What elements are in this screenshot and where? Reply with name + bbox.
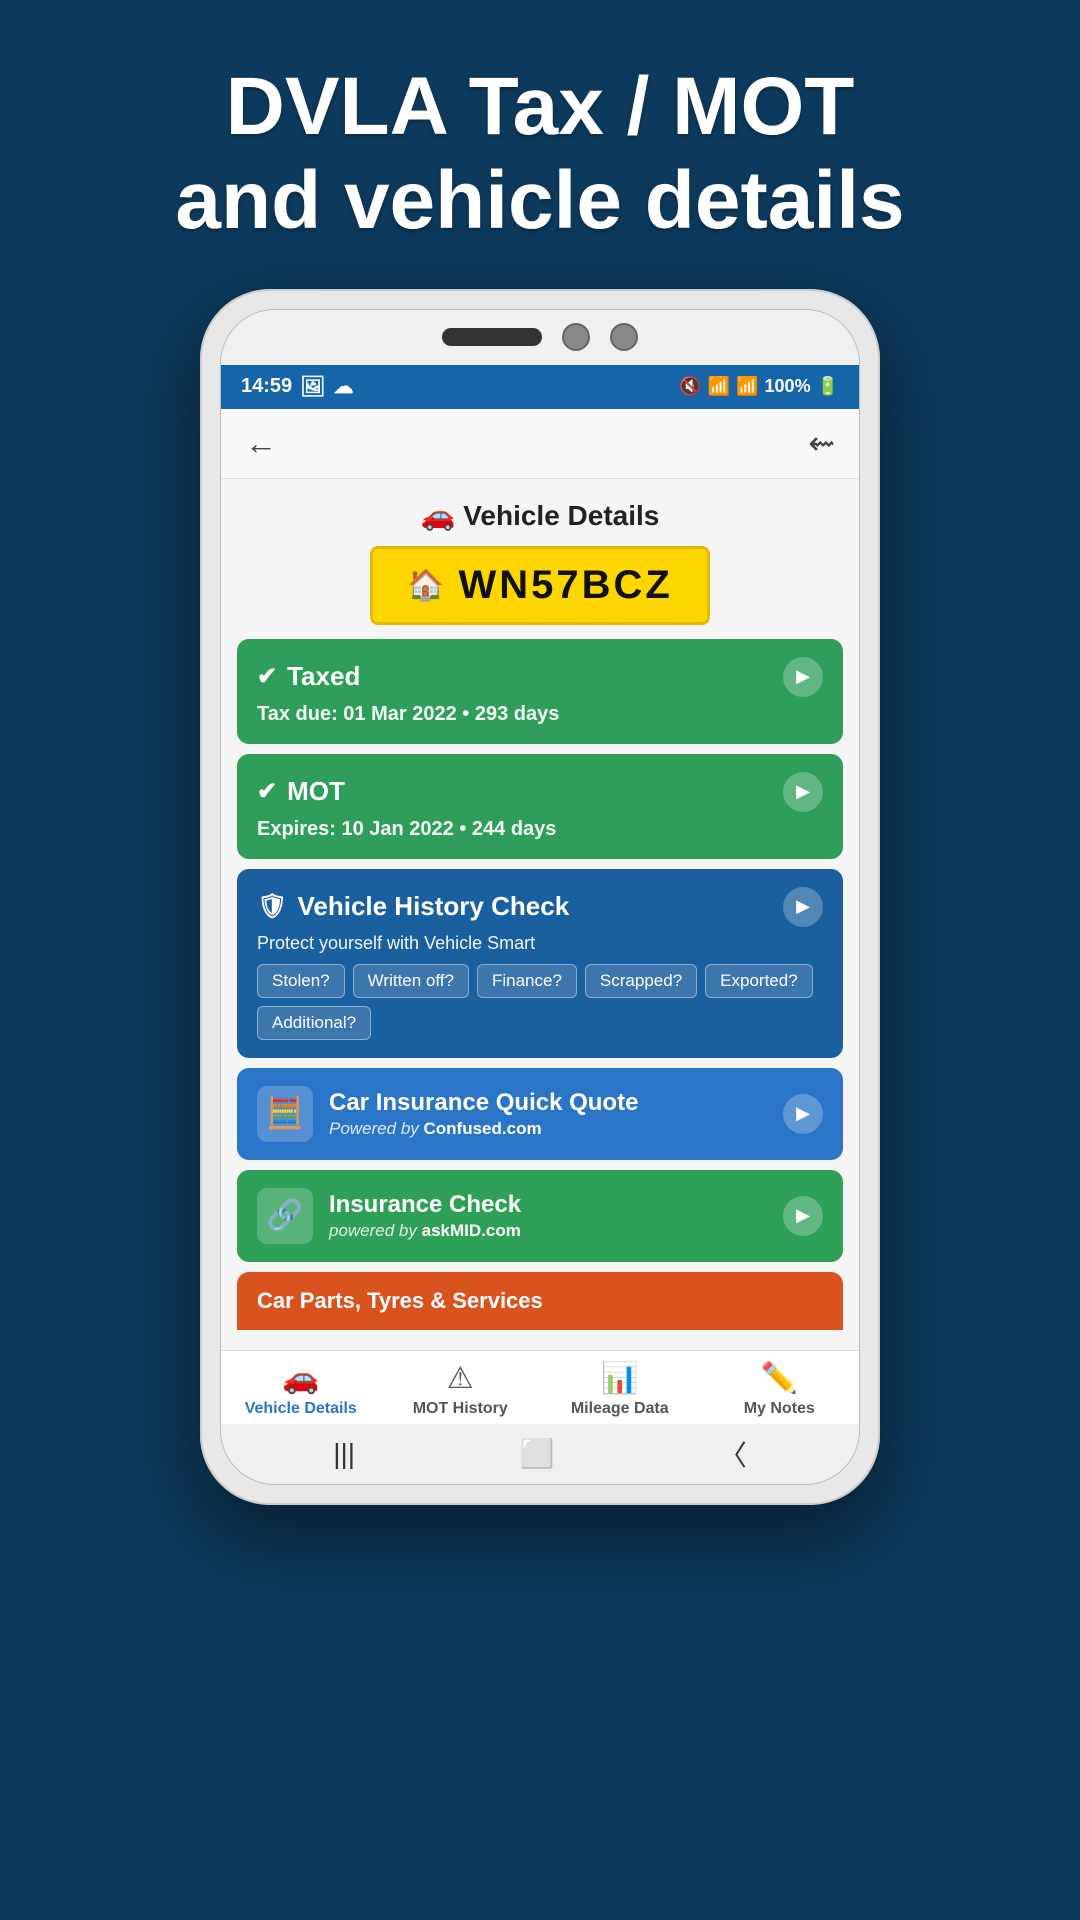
mot-title: MOT (287, 776, 345, 807)
battery-percent: 100% (765, 376, 811, 397)
back-icon[interactable]: ← (245, 425, 277, 462)
taxed-title: Taxed (287, 661, 360, 692)
phone-top-bar (221, 310, 859, 365)
insurance-check-card[interactable]: 🔗 Insurance Check powered by askMID.com … (237, 1170, 843, 1262)
phone-mockup: 14:59 🖼 ☁ 🔇 📶 📶 100% 🔋 ← ⇜ 🚗 Vehicle Det… (200, 289, 880, 1505)
vehicle-details-nav-icon: 🚗 (282, 1361, 319, 1396)
phone-btn-back[interactable]: 〈 (719, 1434, 747, 1474)
notes-nav-label: My Notes (744, 1400, 815, 1418)
phone-bottom-bar: ||| ⬜ 〈 (221, 1424, 859, 1484)
page-header-title: DVLA Tax / MOT and vehicle details (175, 60, 904, 249)
history-tags: Stolen? Written off? Finance? Scrapped? … (257, 964, 823, 1040)
signal-icon: 📶 (736, 376, 758, 397)
parts-card-partial[interactable]: Car Parts, Tyres & Services (237, 1272, 843, 1330)
insurance-quote-chevron[interactable]: ▶ (783, 1094, 823, 1134)
notes-nav-icon: ✏️ (761, 1361, 798, 1396)
phone-btn-home[interactable]: ⬜ (519, 1437, 554, 1470)
phone-btn-lines: ||| (333, 1438, 355, 1470)
nav-item-mileage[interactable]: 📊 Mileage Data (540, 1361, 700, 1418)
insurance-check-title: Insurance Check (329, 1191, 767, 1219)
shield-icon: 🛡 (257, 892, 287, 921)
page-header: DVLA Tax / MOT and vehicle details (95, 0, 984, 289)
insurance-quote-title: Car Insurance Quick Quote (329, 1089, 767, 1117)
speaker-bar (442, 328, 542, 346)
status-time: 14:59 (241, 375, 292, 398)
gallery-icon: 🖼 (300, 374, 325, 399)
history-title: Vehicle History Check (297, 891, 569, 922)
wifi-icon: 📶 (708, 376, 730, 397)
mot-card[interactable]: ✔ MOT ▶ Expires: 10 Jan 2022 • 244 days (237, 754, 843, 859)
insurance-check-sub: powered by askMID.com (329, 1221, 767, 1241)
check-icon-mot: ✔ (257, 777, 277, 806)
screen-content: 🚗 Vehicle Details 🏠 WN57BCZ ✔ Taxed ▶ Ta… (221, 479, 859, 1350)
status-bar: 14:59 🖼 ☁ 🔇 📶 📶 100% 🔋 (221, 365, 859, 409)
camera-dot-2 (610, 323, 638, 351)
tag-written-off[interactable]: Written off? (353, 964, 469, 998)
insurance-quote-card[interactable]: 🧮 Car Insurance Quick Quote Powered by C… (237, 1068, 843, 1160)
app-toolbar: ← ⇜ (221, 409, 859, 479)
tag-exported[interactable]: Exported? (705, 964, 813, 998)
calculator-icon: 🧮 (257, 1086, 313, 1142)
garage-icon: 🏠 (407, 568, 444, 603)
tag-additional[interactable]: Additional? (257, 1006, 371, 1040)
battery-icon: 🔋 (817, 376, 839, 397)
insurance-check-chevron[interactable]: ▶ (783, 1196, 823, 1236)
plate-number: WN57BCZ (459, 563, 673, 608)
tag-scrapped[interactable]: Scrapped? (585, 964, 697, 998)
tag-stolen[interactable]: Stolen? (257, 964, 345, 998)
camera-dot (562, 323, 590, 351)
history-card[interactable]: 🛡 Vehicle History Check ▶ Protect yourse… (237, 869, 843, 1058)
mot-sub: Expires: 10 Jan 2022 • 244 days (257, 818, 823, 841)
check-icon-tax: ✔ (257, 662, 277, 691)
license-plate: 🏠 WN57BCZ (370, 546, 710, 625)
taxed-card[interactable]: ✔ Taxed ▶ Tax due: 01 Mar 2022 • 293 day… (237, 639, 843, 744)
vehicle-details-nav-label: Vehicle Details (245, 1400, 357, 1418)
nav-item-vehicle-details[interactable]: 🚗 Vehicle Details (221, 1361, 381, 1418)
insurance-quote-sub: Powered by Confused.com (329, 1119, 767, 1139)
parts-title: Car Parts, Tyres & Services (257, 1288, 823, 1314)
taxed-sub: Tax due: 01 Mar 2022 • 293 days (257, 703, 823, 726)
mot-history-nav-label: MOT History (413, 1400, 508, 1418)
share-icon[interactable]: ⇜ (808, 424, 835, 462)
history-chevron[interactable]: ▶ (783, 887, 823, 927)
tag-finance[interactable]: Finance? (477, 964, 577, 998)
mot-chevron[interactable]: ▶ (783, 772, 823, 812)
mot-history-nav-icon: ⚠ (447, 1361, 474, 1396)
link-icon: 🔗 (257, 1188, 313, 1244)
taxed-chevron[interactable]: ▶ (783, 657, 823, 697)
history-sub: Protect yourself with Vehicle Smart (257, 933, 823, 954)
cloud-icon: ☁ (334, 374, 354, 399)
mute-icon: 🔇 (679, 376, 701, 397)
mileage-nav-label: Mileage Data (571, 1400, 669, 1418)
nav-item-notes[interactable]: ✏️ My Notes (700, 1361, 860, 1418)
bottom-nav: 🚗 Vehicle Details ⚠ MOT History 📊 Mileag… (221, 1350, 859, 1424)
nav-item-mot-history[interactable]: ⚠ MOT History (381, 1361, 541, 1418)
mileage-nav-icon: 📊 (601, 1361, 638, 1396)
vehicle-details-title: 🚗 Vehicle Details (237, 499, 843, 532)
